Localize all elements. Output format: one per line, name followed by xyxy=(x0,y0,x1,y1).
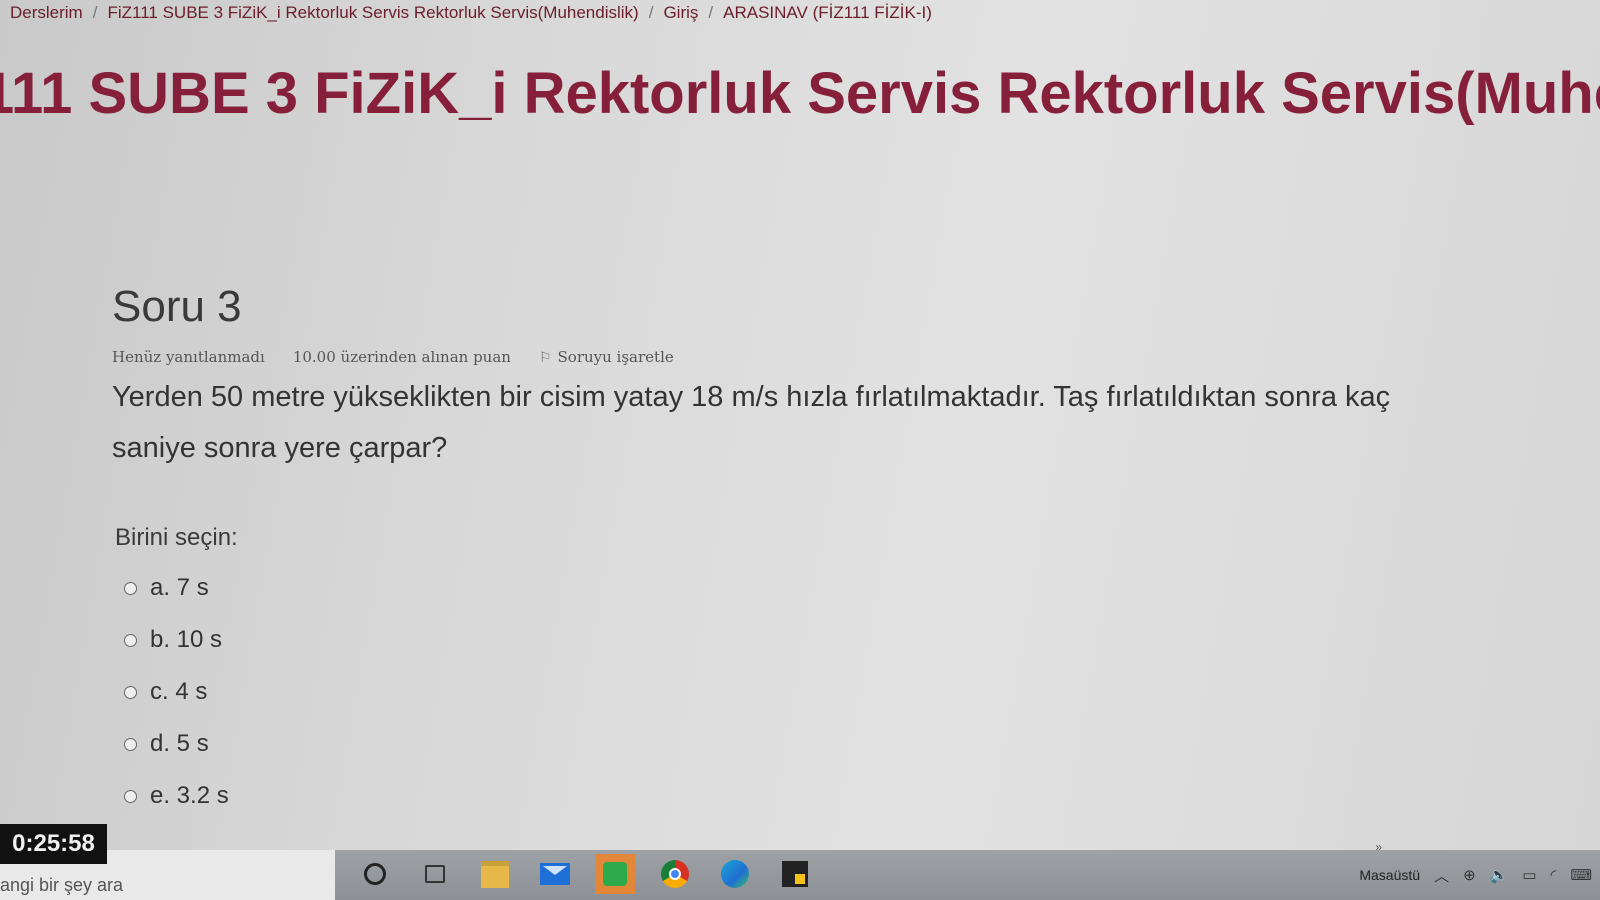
course-title: 111 SUBE 3 FiZiK_i Rektorluk Servis Rekt… xyxy=(0,61,1600,126)
radio-b[interactable] xyxy=(124,633,137,647)
question-text: Yerden 50 metre yükseklikten bir cisim y… xyxy=(112,381,1391,464)
answer-option-d[interactable]: d. 5 s xyxy=(124,718,229,770)
taskbar: angi bir şey ara » Masaüstü ︿ ⊕ 🔈 ▭ ◜ ⌨ xyxy=(0,840,1600,900)
breadcrumb-derslerim[interactable]: Derslerim xyxy=(10,3,83,23)
show-hidden-icons-icon[interactable]: ︿ xyxy=(1434,865,1449,886)
network-icon[interactable]: ⊕ xyxy=(1463,866,1476,884)
cortana-icon xyxy=(364,863,386,885)
breadcrumb-giris[interactable]: Giriş xyxy=(663,3,698,23)
volume-icon[interactable]: 🔈 xyxy=(1490,866,1509,884)
chrome-button[interactable] xyxy=(655,855,695,893)
taskbar-pinned-apps xyxy=(355,854,815,894)
flag-question-link[interactable]: ⚐ Soruyu işaretle xyxy=(539,348,674,366)
choose-one-label: Birini seçin: xyxy=(115,524,238,551)
question-status: Henüz yanıtlanmadı xyxy=(112,348,265,366)
answer-option-label: c. 4 s xyxy=(150,678,208,705)
answer-option-a[interactable]: a. 7 s xyxy=(124,562,229,614)
folder-icon xyxy=(481,860,509,888)
file-explorer-button[interactable] xyxy=(475,855,515,893)
answer-option-label: d. 5 s xyxy=(150,730,209,757)
sticky-notes-button[interactable] xyxy=(775,855,815,893)
breadcrumb-separator: / xyxy=(648,3,654,22)
breadcrumb-exam[interactable]: ARASINAV (FİZ111 FİZİK-I) xyxy=(723,3,932,23)
chrome-icon xyxy=(661,860,689,888)
app-icon xyxy=(603,862,627,886)
flag-icon: ⚐ xyxy=(538,350,552,366)
desktop-toolbar-label[interactable]: Masaüstü xyxy=(1359,867,1420,883)
cortana-button[interactable] xyxy=(355,855,395,893)
task-view-icon xyxy=(425,865,445,883)
edge-icon xyxy=(721,860,749,888)
radio-e[interactable] xyxy=(124,789,137,803)
mail-button[interactable] xyxy=(535,855,575,893)
edge-button[interactable] xyxy=(715,855,755,893)
breadcrumb-course[interactable]: FiZ111 SUBE 3 FiZiK_i Rektorluk Servis R… xyxy=(107,3,638,23)
radio-d[interactable] xyxy=(124,737,137,751)
breadcrumb-separator: / xyxy=(92,3,98,22)
answer-option-b[interactable]: b. 10 s xyxy=(124,614,229,666)
flag-question-label: Soruyu işaretle xyxy=(557,348,674,366)
breadcrumb: Derslerim / FiZ111 SUBE 3 FiZiK_i Rektor… xyxy=(10,2,932,24)
radio-a[interactable] xyxy=(124,581,137,595)
answer-option-label: b. 10 s xyxy=(150,626,223,653)
answer-option-label: a. 7 s xyxy=(150,574,209,601)
question-info: Henüz yanıtlanmadı 10.00 üzerinden alına… xyxy=(112,348,674,366)
green-app-button[interactable] xyxy=(595,854,635,894)
answer-option-e[interactable]: e. 3.2 s xyxy=(124,770,229,822)
system-tray: Masaüstü ︿ ⊕ 🔈 ▭ ◜ ⌨ xyxy=(1359,850,1592,900)
radio-c[interactable] xyxy=(124,685,137,699)
battery-icon[interactable]: ▭ xyxy=(1522,866,1536,884)
answer-options: a. 7 s b. 10 s c. 4 s d. 5 s e. 3.2 s xyxy=(124,562,229,822)
question-points: 10.00 üzerinden alınan puan xyxy=(292,348,511,366)
task-view-button[interactable] xyxy=(415,855,455,893)
sticky-notes-icon xyxy=(782,861,808,887)
keyboard-icon[interactable]: ⌨ xyxy=(1570,866,1592,884)
answer-option-c[interactable]: c. 4 s xyxy=(124,666,229,718)
wifi-icon[interactable]: ◜ xyxy=(1551,866,1557,884)
mail-icon xyxy=(540,863,570,885)
quiz-timer: 0:25:58 xyxy=(0,824,107,864)
answer-option-label: e. 3.2 s xyxy=(150,782,229,809)
question-heading: Soru 3 xyxy=(112,282,242,331)
breadcrumb-separator: / xyxy=(708,3,714,22)
